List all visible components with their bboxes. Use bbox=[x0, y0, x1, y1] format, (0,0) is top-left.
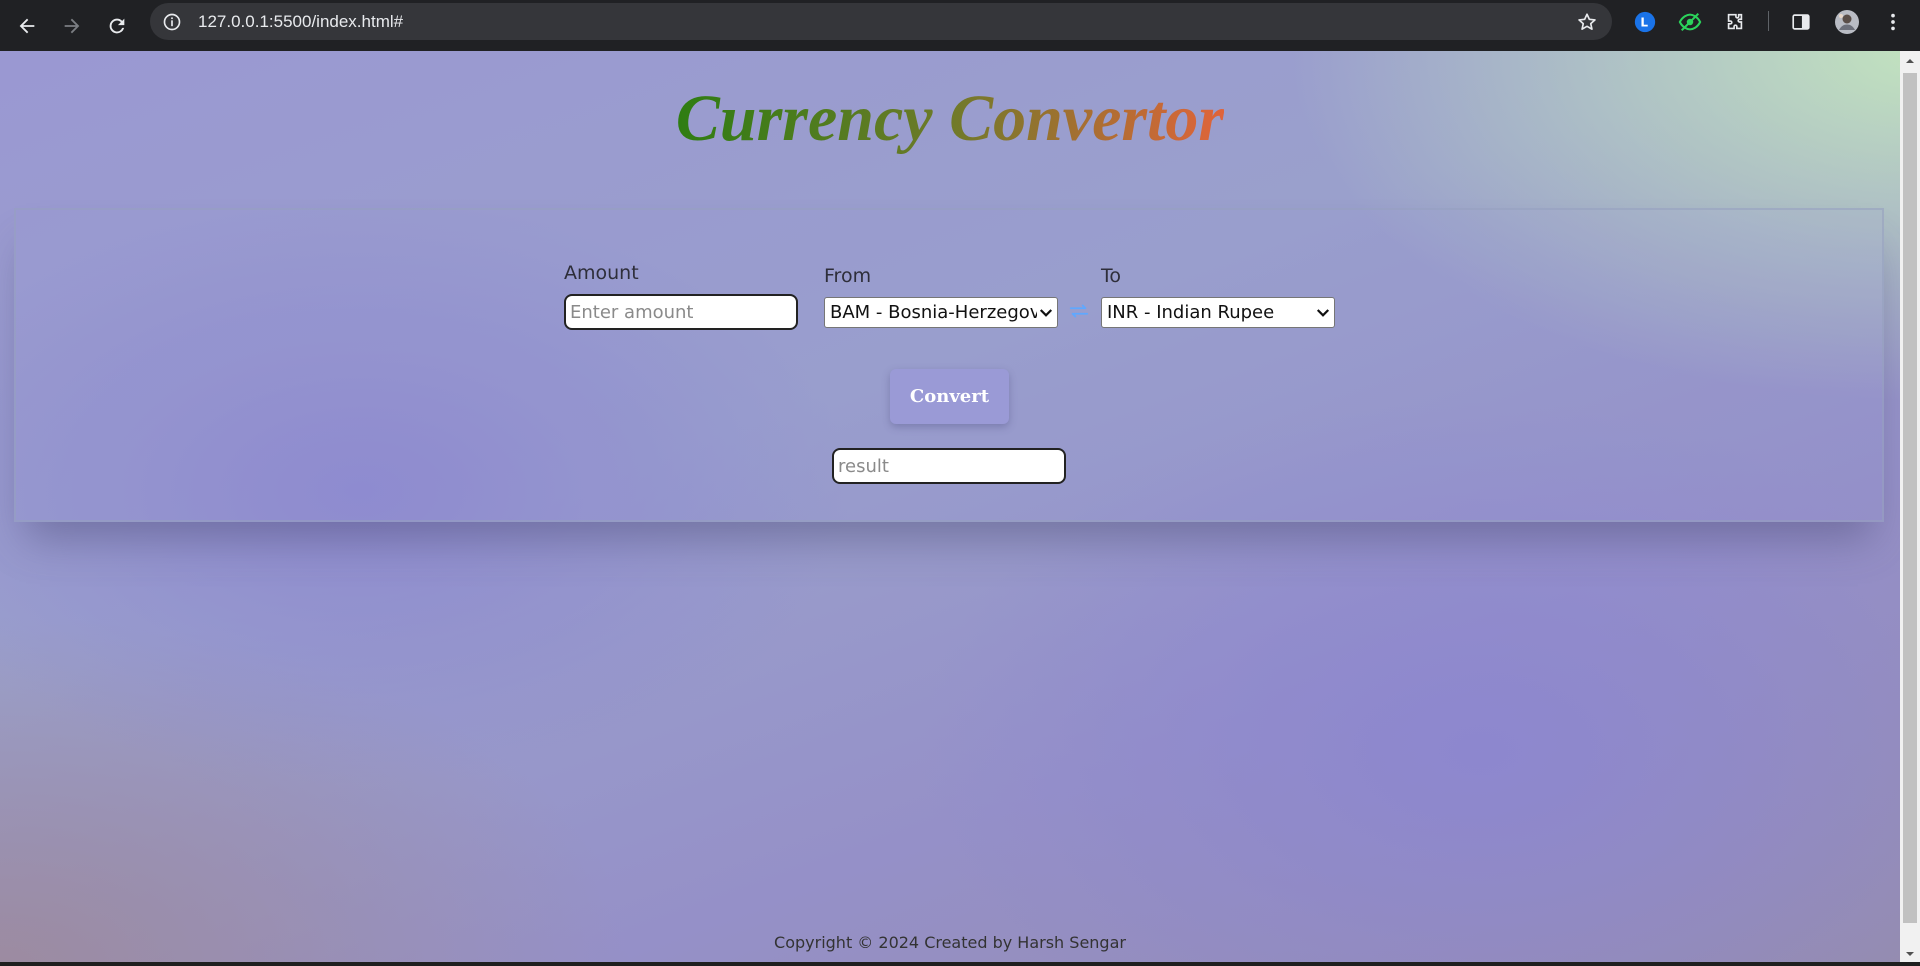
star-icon[interactable] bbox=[1576, 11, 1598, 33]
scroll-down-icon[interactable] bbox=[1904, 948, 1916, 960]
extension-eye-icon[interactable] bbox=[1677, 9, 1703, 35]
side-panel-icon[interactable] bbox=[1788, 9, 1814, 35]
avatar[interactable] bbox=[1834, 9, 1860, 35]
toolbar-divider bbox=[1768, 11, 1769, 31]
from-currency-select[interactable]: BAM - Bosnia-Herzegovina Convertible Mar… bbox=[824, 297, 1058, 328]
chevron-down-icon bbox=[1316, 308, 1330, 317]
window-bottom-edge bbox=[0, 962, 1920, 966]
scrollbar[interactable] bbox=[1900, 51, 1920, 966]
arrow-left-icon bbox=[19, 18, 35, 34]
page-viewport: Currency Convertor Amount From BAM - Bos… bbox=[0, 51, 1900, 966]
extension-l-icon[interactable]: L bbox=[1632, 9, 1658, 35]
scrollbar-thumb[interactable] bbox=[1903, 73, 1917, 923]
kebab-menu-icon[interactable] bbox=[1880, 9, 1906, 35]
amount-label: Amount bbox=[564, 262, 639, 284]
amount-input[interactable] bbox=[564, 294, 798, 330]
info-icon[interactable] bbox=[150, 12, 194, 32]
puzzle-icon[interactable] bbox=[1722, 9, 1748, 35]
svg-text:L: L bbox=[1640, 16, 1648, 30]
to-label: To bbox=[1101, 265, 1122, 287]
page-title: Currency Convertor bbox=[675, 82, 1225, 155]
from-currency-value: BAM - Bosnia-Herzegovina Convertible Mar… bbox=[830, 302, 1037, 323]
arrow-right-icon bbox=[64, 18, 80, 34]
browser-toolbar: 127.0.0.1:5500/index.html# L bbox=[0, 0, 1920, 51]
chevron-down-icon bbox=[1039, 308, 1053, 317]
convert-button[interactable]: Convert bbox=[890, 369, 1009, 424]
reload-icon bbox=[109, 18, 125, 34]
address-bar[interactable]: 127.0.0.1:5500/index.html# bbox=[150, 3, 1612, 40]
swap-icon[interactable] bbox=[1068, 300, 1090, 322]
result-field[interactable] bbox=[832, 448, 1066, 484]
reload-button[interactable] bbox=[99, 8, 135, 44]
to-currency-select[interactable]: INR - Indian Rupee bbox=[1101, 297, 1335, 328]
forward-button[interactable] bbox=[54, 8, 90, 44]
from-label: From bbox=[824, 265, 872, 287]
scroll-up-icon[interactable] bbox=[1904, 55, 1916, 67]
back-button[interactable] bbox=[9, 8, 45, 44]
footer-copyright: Copyright © 2024 Created by Harsh Sengar bbox=[774, 933, 1126, 952]
to-currency-value: INR - Indian Rupee bbox=[1107, 302, 1275, 323]
url-text[interactable]: 127.0.0.1:5500/index.html# bbox=[198, 12, 403, 32]
